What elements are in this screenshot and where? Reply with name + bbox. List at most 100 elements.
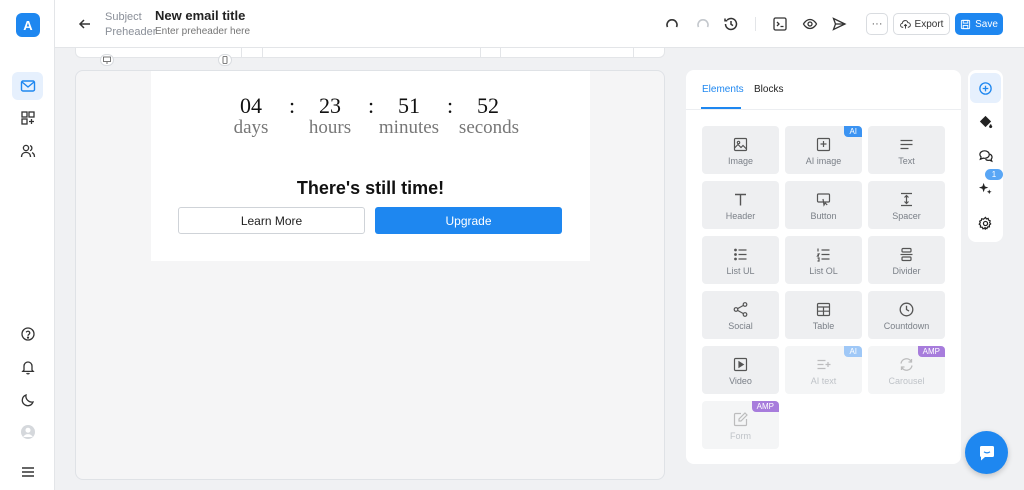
element-list-ol[interactable]: List OL — [785, 236, 862, 284]
subject-label: Subject — [105, 11, 142, 23]
amp-badge: AMP — [751, 401, 779, 412]
email-canvas[interactable]: 04 : 23 : 51 : 52 days hours minutes sec… — [75, 70, 665, 480]
email-headline: There's still time! — [296, 178, 445, 198]
eye-icon — [802, 18, 818, 30]
left-sidebar: A — [0, 0, 55, 490]
element-label: Text — [898, 156, 915, 166]
export-button[interactable]: Export — [893, 13, 950, 35]
subject-field[interactable]: New email title — [155, 8, 245, 23]
support-chat-button[interactable] — [965, 431, 1008, 474]
comments-tool[interactable] — [970, 140, 1001, 170]
cloud-upload-icon — [899, 19, 911, 29]
more-button[interactable]: ··· — [866, 13, 888, 35]
element-label: AI text — [810, 376, 837, 386]
bell-icon — [20, 361, 35, 375]
email-body[interactable]: 04 : 23 : 51 : 52 days hours minutes sec… — [151, 71, 590, 261]
mobile-icon — [222, 56, 228, 64]
toolbar-divider — [755, 17, 756, 31]
countdown-seconds-label: seconds — [458, 117, 520, 138]
element-social[interactable]: Social — [702, 291, 779, 339]
send-button[interactable] — [830, 15, 848, 33]
element-video[interactable]: Video — [702, 346, 779, 394]
save-button[interactable]: Save — [955, 13, 1003, 35]
preheader-label: Preheader — [105, 26, 157, 38]
countdown-days-label: days — [233, 117, 269, 138]
sparkles-icon — [978, 182, 992, 194]
element-label: List OL — [809, 266, 838, 276]
countdown-minutes-value: 51 — [398, 93, 420, 118]
element-label: Spacer — [892, 211, 921, 221]
send-icon — [832, 17, 847, 31]
preheader-input[interactable] — [155, 26, 335, 37]
style-tool[interactable] — [970, 106, 1001, 136]
settings-tool[interactable] — [970, 208, 1001, 238]
terminal-icon — [773, 17, 787, 31]
email-nav-button[interactable] — [12, 72, 43, 100]
undo-button[interactable] — [663, 15, 681, 33]
users-nav-button[interactable] — [12, 137, 43, 165]
user-avatar[interactable] — [12, 418, 43, 446]
preview-button[interactable] — [801, 15, 819, 33]
ai-badge: AI — [844, 346, 862, 357]
gear-icon — [978, 215, 992, 230]
back-button[interactable] — [77, 16, 93, 32]
ai-image-icon — [815, 136, 832, 153]
countdown-hours-value: 23 — [319, 93, 341, 118]
upgrade-button[interactable]: Upgrade — [375, 207, 562, 234]
theme-toggle-button[interactable] — [12, 386, 43, 414]
desktop-icon — [103, 56, 111, 64]
element-label: Social — [728, 321, 753, 331]
element-header[interactable]: Header — [702, 181, 779, 229]
chat-icon — [979, 445, 994, 460]
moon-icon — [21, 394, 34, 407]
menu-button[interactable] — [12, 458, 43, 486]
add-element-tool[interactable] — [970, 73, 1001, 103]
element-label: Carousel — [888, 376, 925, 386]
element-label: AI image — [805, 156, 842, 166]
element-carousel[interactable]: AMP Carousel — [868, 346, 945, 394]
element-label: Video — [729, 376, 752, 386]
element-list-ul[interactable]: List UL — [702, 236, 779, 284]
spacer-icon — [898, 191, 915, 208]
templates-nav-button[interactable] — [12, 104, 43, 132]
panel-divider — [686, 109, 961, 110]
element-ai-text[interactable]: AI AI text — [785, 346, 862, 394]
element-label: Form — [730, 431, 751, 441]
element-divider[interactable]: Divider — [868, 236, 945, 284]
element-label: List UL — [726, 266, 755, 276]
image-icon — [732, 136, 749, 153]
app-logo[interactable]: A — [16, 13, 40, 37]
code-button[interactable] — [771, 15, 789, 33]
element-ai-image[interactable]: AI AI image — [785, 126, 862, 174]
element-button[interactable]: Button — [785, 181, 862, 229]
countdown-colon: : — [447, 93, 454, 118]
help-button[interactable] — [12, 320, 43, 348]
element-spacer[interactable]: Spacer — [868, 181, 945, 229]
ai-text-icon — [815, 356, 832, 373]
users-icon — [20, 144, 35, 158]
button-icon — [815, 191, 832, 208]
redo-button[interactable] — [694, 15, 712, 33]
list-ol-icon — [815, 246, 832, 263]
history-button[interactable] — [722, 15, 740, 33]
element-countdown[interactable]: Countdown — [868, 291, 945, 339]
header-icon — [732, 191, 749, 208]
learn-more-button[interactable]: Learn More — [178, 207, 365, 234]
undo-icon — [666, 19, 678, 28]
element-text[interactable]: Text — [868, 126, 945, 174]
element-image[interactable]: Image — [702, 126, 779, 174]
avatar-icon — [20, 425, 35, 439]
element-table[interactable]: Table — [785, 291, 862, 339]
tab-blocks[interactable]: Blocks — [754, 84, 783, 95]
mobile-view-button[interactable] — [218, 54, 232, 66]
element-label: Image — [727, 156, 753, 166]
help-icon — [20, 327, 35, 341]
element-label: Table — [812, 321, 835, 331]
clock-icon — [898, 301, 915, 318]
notifications-button[interactable] — [12, 353, 43, 381]
element-form[interactable]: AMP Form — [702, 401, 779, 449]
export-label: Export — [914, 18, 944, 30]
tab-elements[interactable]: Elements — [702, 84, 744, 95]
desktop-view-button[interactable] — [100, 54, 114, 66]
element-label: Divider — [892, 266, 921, 276]
